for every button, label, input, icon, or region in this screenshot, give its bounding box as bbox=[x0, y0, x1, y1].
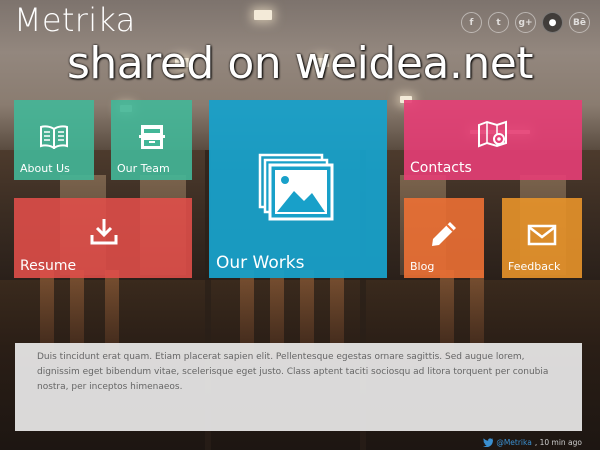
info-panel: Duis tincidunt erat quam. Etiam placerat… bbox=[15, 343, 582, 431]
google-plus-icon[interactable]: g+ bbox=[515, 12, 536, 33]
tile-about-us-label: About Us bbox=[20, 162, 70, 175]
facebook-icon[interactable]: f bbox=[461, 12, 482, 33]
tile-feedback[interactable]: Feedback bbox=[502, 198, 582, 278]
tile-resume-label: Resume bbox=[20, 258, 77, 274]
tile-our-team[interactable]: Our Team bbox=[111, 100, 192, 180]
gallery-icon bbox=[257, 152, 337, 224]
behance-icon[interactable]: Bē bbox=[569, 12, 590, 33]
info-text: Duis tincidunt erat quam. Etiam placerat… bbox=[37, 352, 549, 392]
tile-our-works-label: Our Works bbox=[216, 253, 305, 273]
envelope-icon bbox=[526, 222, 558, 248]
site-logo[interactable]: Metrika bbox=[14, 1, 136, 39]
tile-feedback-label: Feedback bbox=[508, 260, 561, 273]
tweet-meta: @Metrika, 10 min ago bbox=[483, 438, 582, 447]
social-links: f t g+ ● Bē bbox=[461, 12, 590, 33]
tile-blog-label: Blog bbox=[410, 260, 435, 273]
twitter-bird-icon bbox=[483, 438, 494, 447]
pencil-icon bbox=[428, 218, 460, 250]
tile-contacts-label: Contacts bbox=[410, 160, 472, 176]
tile-our-works[interactable]: Our Works bbox=[209, 100, 387, 278]
tile-blog[interactable]: Blog bbox=[404, 198, 484, 278]
watermark-text: shared on weidea.net bbox=[66, 38, 534, 89]
download-icon bbox=[89, 216, 119, 246]
tweet-time: , 10 min ago bbox=[534, 438, 582, 447]
book-icon bbox=[39, 124, 69, 150]
tile-about-us[interactable]: About Us bbox=[14, 100, 94, 180]
github-icon[interactable]: ● bbox=[542, 12, 563, 33]
tweet-handle[interactable]: @Metrika bbox=[496, 438, 532, 447]
tile-our-team-label: Our Team bbox=[117, 162, 170, 175]
twitter-icon[interactable]: t bbox=[488, 12, 509, 33]
tile-contacts[interactable]: Contacts bbox=[404, 100, 582, 180]
tile-resume[interactable]: Resume bbox=[14, 198, 192, 278]
cabinet-icon bbox=[137, 122, 167, 152]
map-icon bbox=[477, 118, 509, 150]
